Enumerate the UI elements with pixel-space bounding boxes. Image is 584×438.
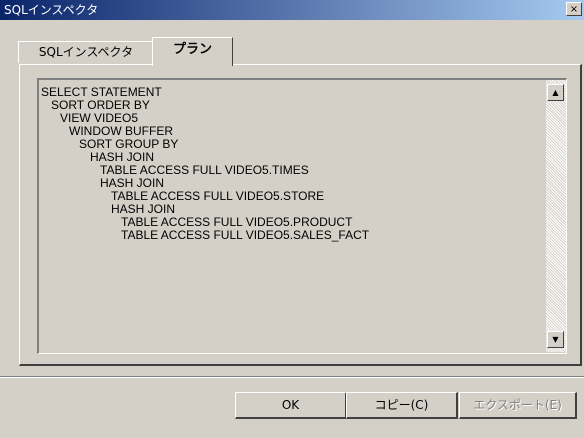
vertical-scrollbar[interactable]: ▲ ▼ bbox=[546, 80, 566, 352]
plan-line: TABLE ACCESS FULL VIDEO5.SALES_FACT bbox=[121, 228, 370, 242]
copy-button-label: コピー(C) bbox=[374, 398, 429, 412]
ok-button[interactable]: OK bbox=[235, 392, 347, 419]
sql-inspector-dialog: SQLインスペクタ × SQLインスペクタ プラン SELECT STATEME… bbox=[0, 0, 584, 438]
arrow-down-icon[interactable]: ▼ bbox=[547, 331, 564, 348]
tab-label: SQLインスペクタ bbox=[38, 45, 134, 59]
arrow-up-icon[interactable]: ▲ bbox=[547, 84, 564, 101]
tab-panel-plan: SELECT STATEMENT SORT ORDER BY VIEW VIDE… bbox=[19, 64, 582, 366]
tab-label: プラン bbox=[172, 42, 212, 57]
tab-plan[interactable]: プラン bbox=[152, 37, 233, 66]
copy-button[interactable]: コピー(C) bbox=[346, 392, 458, 419]
ok-button-label: OK bbox=[281, 398, 300, 412]
export-button[interactable]: エクスポート(E) bbox=[459, 392, 577, 419]
plan-text: SELECT STATEMENT SORT ORDER BY VIEW VIDE… bbox=[40, 82, 544, 352]
execution-plan-textarea[interactable]: SELECT STATEMENT SORT ORDER BY VIEW VIDE… bbox=[37, 78, 567, 354]
tab-strip: SQLインスペクタ プラン bbox=[0, 0, 584, 70]
tab-sql-inspector[interactable]: SQLインスペクタ bbox=[18, 41, 154, 63]
footer-divider bbox=[0, 376, 584, 378]
export-button-label: エクスポート(E) bbox=[473, 398, 562, 412]
